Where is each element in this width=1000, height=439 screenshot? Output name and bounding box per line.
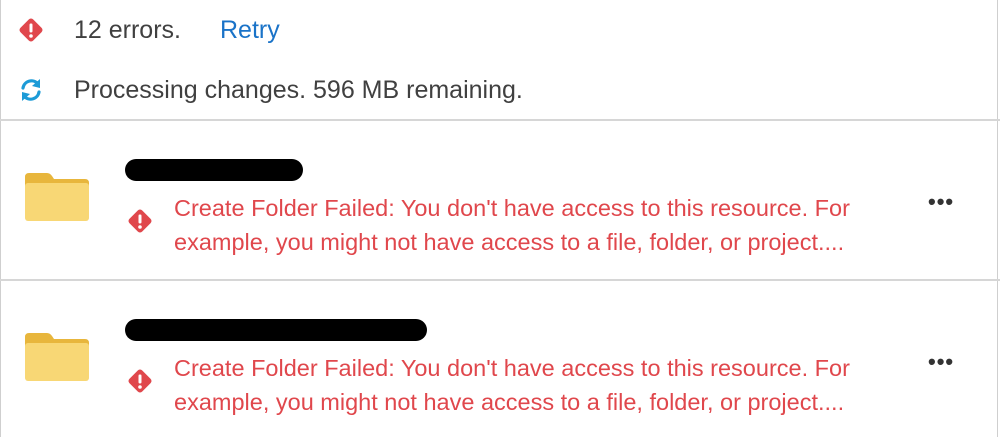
processing-text: Processing changes. 596 MB remaining. [74, 75, 523, 104]
item-name-redacted [125, 159, 303, 181]
folder-icon [25, 333, 89, 381]
folder-icon [25, 173, 89, 221]
processing-status-row: Processing changes. 596 MB remaining. [0, 60, 1000, 120]
item-name-redacted [125, 319, 427, 341]
more-options-button[interactable]: ••• [928, 189, 954, 215]
error-diamond-icon [128, 369, 152, 393]
list-item[interactable]: Create Folder Failed: You don't have acc… [0, 121, 1000, 279]
retry-link[interactable]: Retry [220, 16, 280, 45]
errors-status-row: 12 errors. Retry [0, 0, 1000, 60]
list-item[interactable]: Create Folder Failed: You don't have acc… [0, 281, 1000, 439]
more-options-button[interactable]: ••• [928, 349, 954, 375]
error-diamond-icon [128, 209, 152, 233]
item-error-message: Create Folder Failed: You don't have acc… [174, 355, 850, 415]
errors-count-text: 12 errors. [74, 15, 181, 44]
error-diamond-icon [19, 18, 43, 42]
item-error-message: Create Folder Failed: You don't have acc… [174, 195, 850, 255]
sync-icon [21, 79, 41, 101]
